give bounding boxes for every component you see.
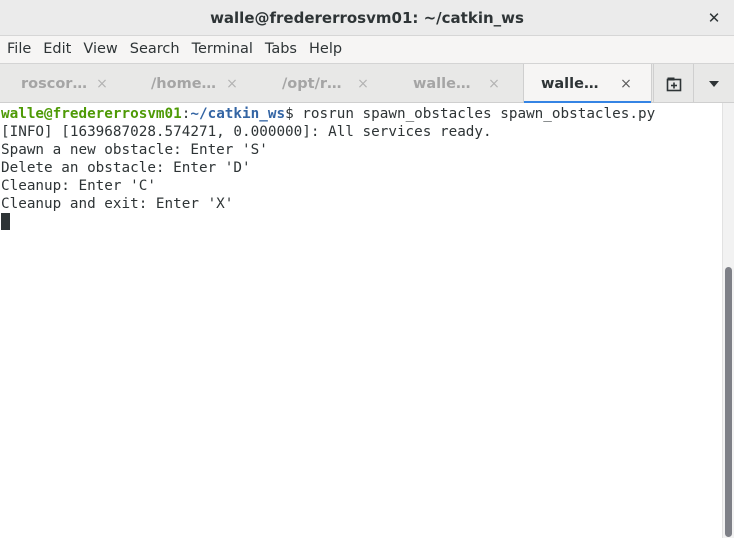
- menu-search[interactable]: Search: [124, 36, 186, 63]
- tab-label: roscor…: [21, 75, 87, 92]
- new-tab-button[interactable]: [653, 64, 693, 103]
- tab-walle-1[interactable]: walle… ×: [392, 64, 521, 103]
- new-tab-icon: [666, 77, 681, 91]
- tab-bar: roscor… × /home… × /opt/r… × walle… × wa…: [0, 63, 734, 104]
- tab-label: /home…: [151, 75, 217, 92]
- prompt-end: $: [285, 106, 303, 122]
- text-cursor: [1, 213, 10, 230]
- prompt-path: ~/catkin_ws: [190, 106, 286, 122]
- close-window-button[interactable]: ✕: [702, 6, 726, 30]
- tab-close-icon[interactable]: ×: [616, 76, 636, 92]
- tab-close-icon[interactable]: ×: [484, 76, 504, 92]
- tab-label: walle…: [413, 75, 471, 92]
- tab-walle-active[interactable]: walle… ×: [523, 64, 652, 104]
- scrollbar[interactable]: [722, 103, 734, 538]
- tab-label: walle…: [541, 75, 599, 92]
- menu-terminal[interactable]: Terminal: [186, 36, 259, 63]
- tab-menu-button[interactable]: [693, 64, 734, 103]
- menu-tabs[interactable]: Tabs: [259, 36, 303, 63]
- output-line: Delete an obstacle: Enter 'D': [1, 160, 251, 176]
- tab-label: /opt/r…: [282, 75, 342, 92]
- command-text: rosrun spawn_obstacles spawn_obstacles.p…: [302, 106, 656, 122]
- tab-home[interactable]: /home… ×: [130, 64, 259, 103]
- terminal-output[interactable]: walle@fredererrosvm01:~/catkin_ws$ rosru…: [0, 103, 722, 538]
- menu-help[interactable]: Help: [303, 36, 348, 63]
- output-line: [INFO] [1639687028.574271, 0.000000]: Al…: [1, 124, 492, 140]
- window-title: walle@fredererrosvm01: ~/catkin_ws: [210, 9, 524, 27]
- output-line: Spawn a new obstacle: Enter 'S': [1, 142, 268, 158]
- scrollbar-thumb[interactable]: [725, 267, 732, 537]
- output-line: Cleanup and exit: Enter 'X': [1, 196, 234, 212]
- command-line: walle@fredererrosvm01:~/catkin_ws$ rosru…: [0, 105, 722, 123]
- menu-view[interactable]: View: [77, 36, 123, 63]
- tab-close-icon[interactable]: ×: [92, 76, 112, 92]
- menu-edit[interactable]: Edit: [37, 36, 77, 63]
- chevron-down-icon: [709, 80, 719, 87]
- output-line: Cleanup: Enter 'C': [1, 178, 156, 194]
- menu-bar: File Edit View Search Terminal Tabs Help: [0, 36, 734, 63]
- tab-close-icon[interactable]: ×: [353, 76, 373, 92]
- tab-close-icon[interactable]: ×: [222, 76, 242, 92]
- cursor-line: [0, 213, 722, 231]
- prompt-user: walle@fredererrosvm01: [1, 106, 182, 122]
- tab-opt[interactable]: /opt/r… ×: [261, 64, 390, 103]
- title-bar[interactable]: walle@fredererrosvm01: ~/catkin_ws ✕: [0, 0, 734, 36]
- menu-file[interactable]: File: [1, 36, 37, 63]
- tab-roscore[interactable]: roscor… ×: [0, 64, 129, 103]
